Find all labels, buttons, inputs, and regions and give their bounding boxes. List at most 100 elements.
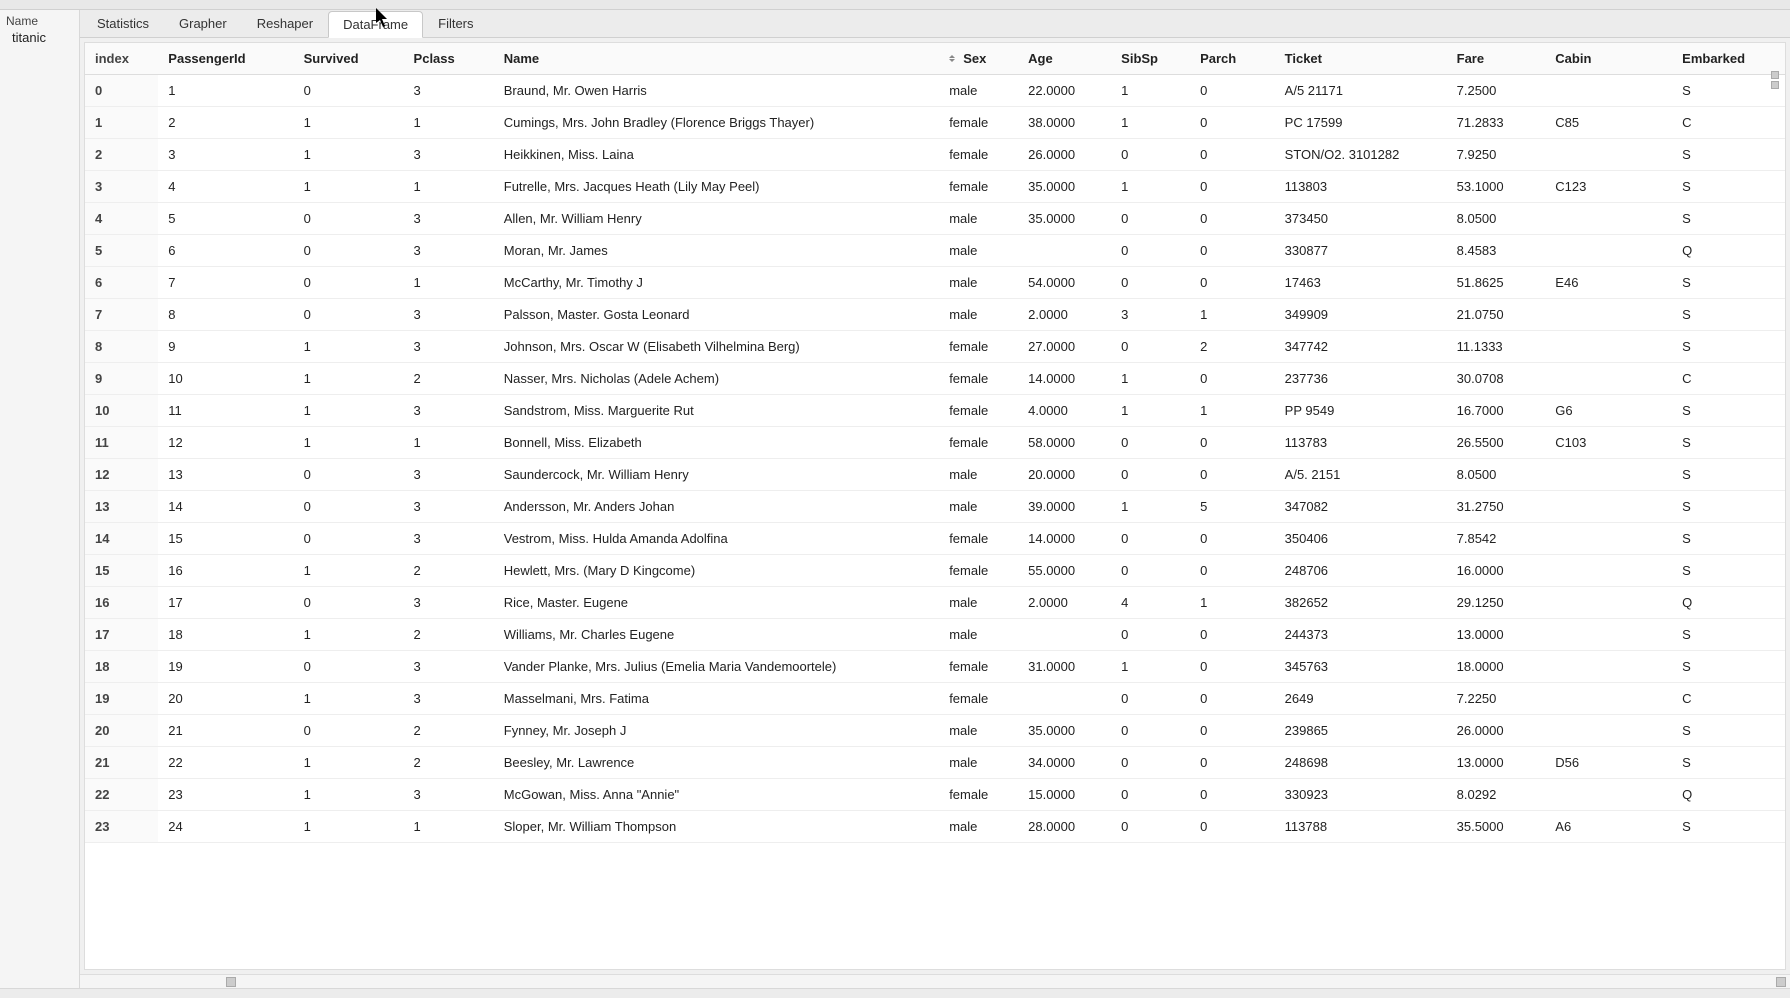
table-row[interactable]: 101113Sandstrom, Miss. Marguerite Rutfem… [85, 395, 1785, 427]
cell-embarked[interactable]: S [1672, 651, 1785, 683]
cell-cabin[interactable] [1545, 619, 1672, 651]
table-row[interactable]: 131403Andersson, Mr. Anders Johanmale39.… [85, 491, 1785, 523]
cell-index[interactable]: 9 [85, 363, 158, 395]
cell-age[interactable]: 15.0000 [1018, 779, 1111, 811]
cell-parch[interactable]: 0 [1190, 683, 1275, 715]
table-row[interactable]: 1211Cumings, Mrs. John Bradley (Florence… [85, 107, 1785, 139]
cell-index[interactable]: 0 [85, 75, 158, 107]
cell-index[interactable]: 2 [85, 139, 158, 171]
cell-pclass[interactable]: 3 [404, 139, 494, 171]
cell-parch[interactable]: 1 [1190, 587, 1275, 619]
table-row[interactable]: 7803Palsson, Master. Gosta Leonardmale2.… [85, 299, 1785, 331]
column-header-sibsp[interactable]: SibSp [1111, 43, 1190, 75]
cell-age[interactable]: 58.0000 [1018, 427, 1111, 459]
cell-sibsp[interactable]: 4 [1111, 587, 1190, 619]
cell-passengerid[interactable]: 10 [158, 363, 293, 395]
cell-ticket[interactable]: 248698 [1275, 747, 1447, 779]
cell-sex[interactable]: female [939, 331, 1018, 363]
column-header-sex[interactable]: Sex [939, 43, 1018, 75]
cell-fare[interactable]: 13.0000 [1447, 747, 1546, 779]
cell-age[interactable]: 38.0000 [1018, 107, 1111, 139]
cell-name[interactable]: Sandstrom, Miss. Marguerite Rut [494, 395, 939, 427]
table-row[interactable]: 111211Bonnell, Miss. Elizabethfemale58.0… [85, 427, 1785, 459]
cell-parch[interactable]: 0 [1190, 651, 1275, 683]
cell-parch[interactable]: 0 [1190, 715, 1275, 747]
cell-fare[interactable]: 8.0500 [1447, 459, 1546, 491]
dataframe-table-area[interactable]: indexPassengerIdSurvivedPclassNameSexAge… [84, 42, 1786, 970]
column-header-cabin[interactable]: Cabin [1545, 43, 1672, 75]
cell-passengerid[interactable]: 16 [158, 555, 293, 587]
cell-fare[interactable]: 18.0000 [1447, 651, 1546, 683]
cell-passengerid[interactable]: 8 [158, 299, 293, 331]
cell-ticket[interactable]: STON/O2. 3101282 [1275, 139, 1447, 171]
cell-age[interactable]: 55.0000 [1018, 555, 1111, 587]
cell-ticket[interactable]: 113783 [1275, 427, 1447, 459]
cell-ticket[interactable]: 349909 [1275, 299, 1447, 331]
cell-ticket[interactable]: 373450 [1275, 203, 1447, 235]
cell-passengerid[interactable]: 21 [158, 715, 293, 747]
cell-index[interactable]: 3 [85, 171, 158, 203]
cell-ticket[interactable]: 347742 [1275, 331, 1447, 363]
cell-sibsp[interactable]: 3 [1111, 299, 1190, 331]
cell-parch[interactable]: 0 [1190, 267, 1275, 299]
cell-pclass[interactable]: 3 [404, 75, 494, 107]
cell-ticket[interactable]: 113788 [1275, 811, 1447, 843]
cell-fare[interactable]: 7.2500 [1447, 75, 1546, 107]
table-row[interactable]: 151612Hewlett, Mrs. (Mary D Kingcome)fem… [85, 555, 1785, 587]
cell-embarked[interactable]: S [1672, 267, 1785, 299]
cell-pclass[interactable]: 3 [404, 523, 494, 555]
cell-survived[interactable]: 1 [294, 683, 404, 715]
cell-fare[interactable]: 53.1000 [1447, 171, 1546, 203]
cell-embarked[interactable]: S [1672, 427, 1785, 459]
cell-sex[interactable]: male [939, 299, 1018, 331]
cell-fare[interactable]: 11.1333 [1447, 331, 1546, 363]
cell-embarked[interactable]: C [1672, 363, 1785, 395]
cell-index[interactable]: 5 [85, 235, 158, 267]
cell-name[interactable]: Heikkinen, Miss. Laina [494, 139, 939, 171]
vertical-scroll-indicator[interactable] [1771, 71, 1783, 91]
cell-sex[interactable]: male [939, 587, 1018, 619]
cell-sex[interactable]: male [939, 715, 1018, 747]
cell-name[interactable]: Andersson, Mr. Anders Johan [494, 491, 939, 523]
cell-embarked[interactable]: C [1672, 683, 1785, 715]
cell-age[interactable]: 22.0000 [1018, 75, 1111, 107]
cell-index[interactable]: 1 [85, 107, 158, 139]
cell-fare[interactable]: 30.0708 [1447, 363, 1546, 395]
cell-passengerid[interactable]: 12 [158, 427, 293, 459]
tab-filters[interactable]: Filters [423, 10, 488, 37]
cell-cabin[interactable]: C103 [1545, 427, 1672, 459]
cell-name[interactable]: Johnson, Mrs. Oscar W (Elisabeth Vilhelm… [494, 331, 939, 363]
cell-passengerid[interactable]: 15 [158, 523, 293, 555]
cell-parch[interactable]: 0 [1190, 427, 1275, 459]
cell-fare[interactable]: 16.0000 [1447, 555, 1546, 587]
cell-age[interactable]: 34.0000 [1018, 747, 1111, 779]
cell-pclass[interactable]: 1 [404, 811, 494, 843]
cell-cabin[interactable] [1545, 491, 1672, 523]
cell-name[interactable]: Braund, Mr. Owen Harris [494, 75, 939, 107]
sidebar-item-titanic[interactable]: titanic [6, 30, 73, 45]
cell-age[interactable]: 54.0000 [1018, 267, 1111, 299]
cell-parch[interactable]: 2 [1190, 331, 1275, 363]
cell-cabin[interactable]: E46 [1545, 267, 1672, 299]
cell-sibsp[interactable]: 1 [1111, 75, 1190, 107]
cell-fare[interactable]: 21.0750 [1447, 299, 1546, 331]
cell-passengerid[interactable]: 17 [158, 587, 293, 619]
cell-embarked[interactable]: S [1672, 395, 1785, 427]
cell-index[interactable]: 20 [85, 715, 158, 747]
cell-ticket[interactable]: A/5 21171 [1275, 75, 1447, 107]
cell-name[interactable]: Allen, Mr. William Henry [494, 203, 939, 235]
cell-ticket[interactable]: PP 9549 [1275, 395, 1447, 427]
cell-sibsp[interactable]: 0 [1111, 747, 1190, 779]
table-row[interactable]: 222313McGowan, Miss. Anna "Annie"female1… [85, 779, 1785, 811]
cell-pclass[interactable]: 2 [404, 363, 494, 395]
cell-ticket[interactable]: 345763 [1275, 651, 1447, 683]
cell-survived[interactable]: 0 [294, 491, 404, 523]
cell-cabin[interactable] [1545, 587, 1672, 619]
cell-passengerid[interactable]: 2 [158, 107, 293, 139]
cell-name[interactable]: Williams, Mr. Charles Eugene [494, 619, 939, 651]
cell-age[interactable]: 35.0000 [1018, 715, 1111, 747]
cell-age[interactable]: 20.0000 [1018, 459, 1111, 491]
cell-ticket[interactable]: PC 17599 [1275, 107, 1447, 139]
cell-pclass[interactable]: 3 [404, 203, 494, 235]
table-row[interactable]: 121303Saundercock, Mr. William Henrymale… [85, 459, 1785, 491]
